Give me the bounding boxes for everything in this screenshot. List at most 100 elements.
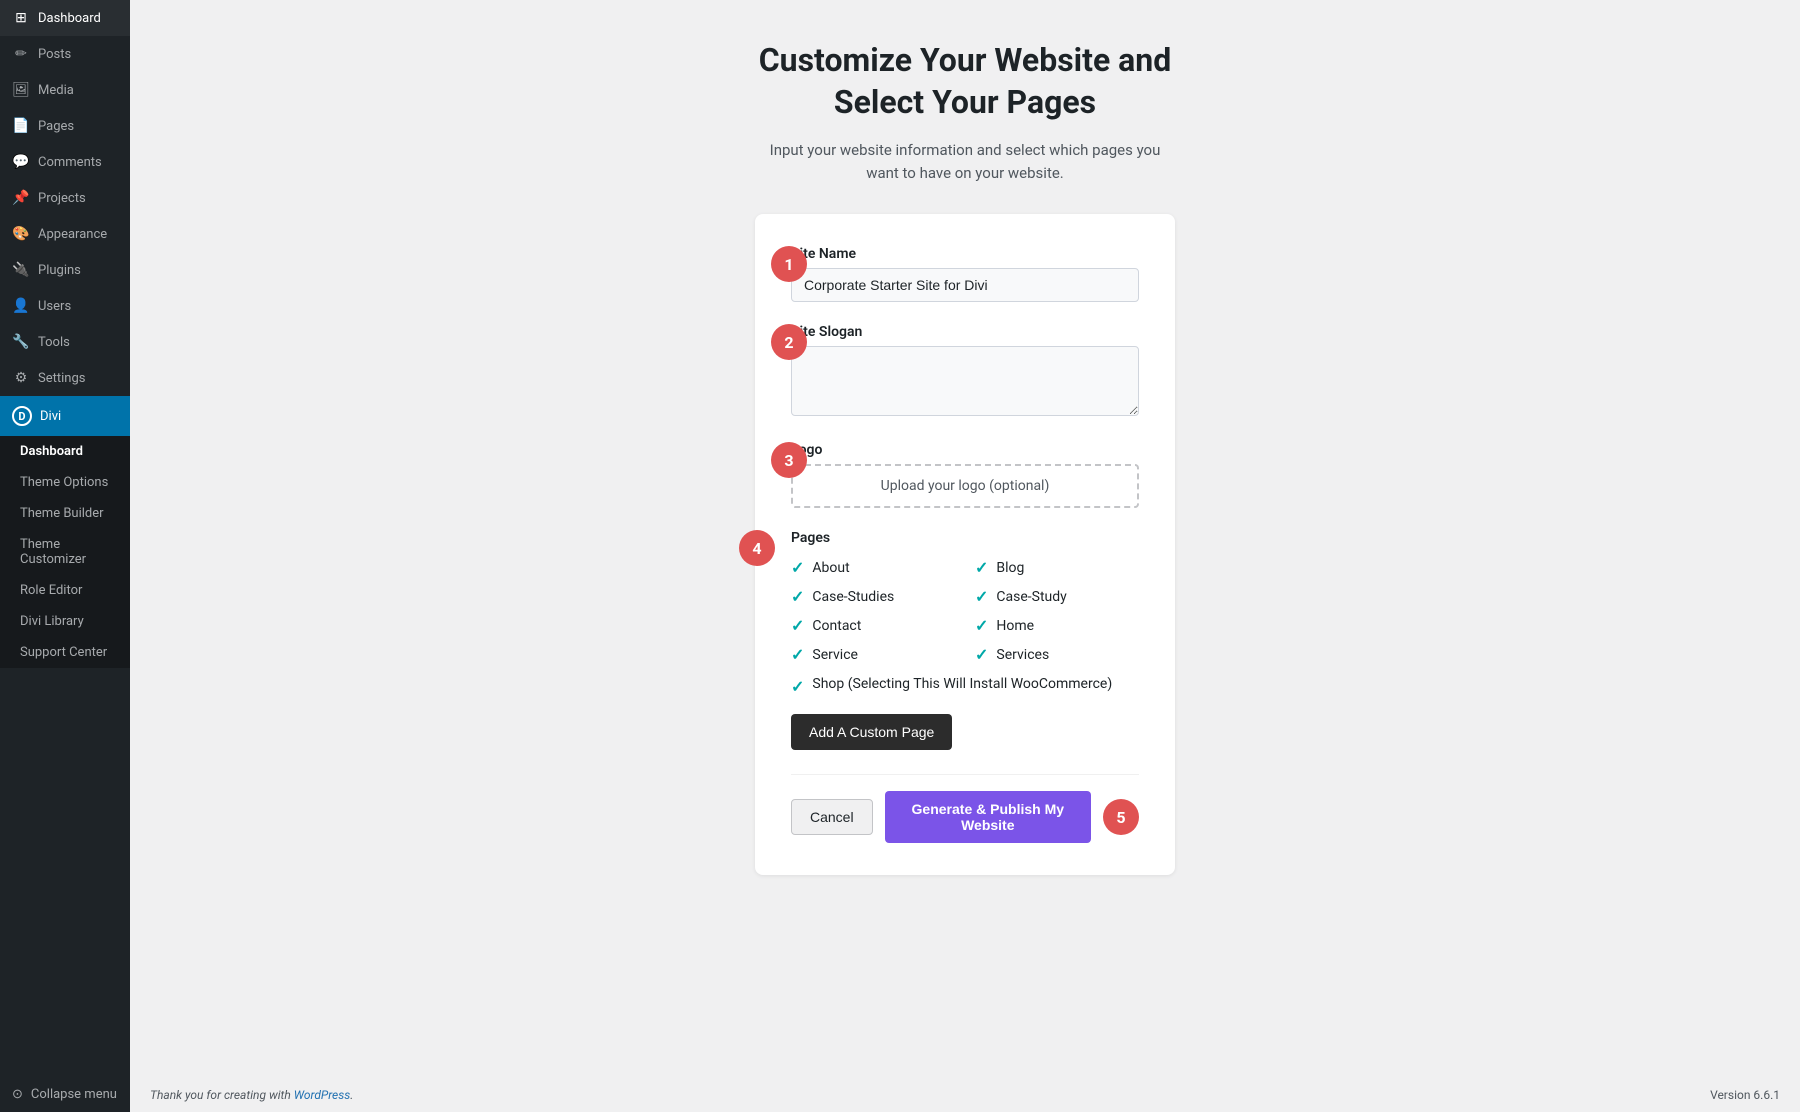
page-label-service: Service bbox=[812, 647, 858, 663]
tools-icon: 🔧 bbox=[12, 334, 30, 350]
page-label-shop: Shop (Selecting This Will Install WooCom… bbox=[812, 676, 1112, 692]
sidebar-item-label: Projects bbox=[38, 191, 86, 206]
sidebar-item-label: Comments bbox=[38, 155, 102, 170]
site-slogan-label: Site Slogan bbox=[791, 324, 1139, 340]
divi-submenu-theme-options[interactable]: Theme Options bbox=[0, 467, 130, 498]
check-service-icon: ✓ bbox=[791, 645, 804, 664]
appearance-icon: 🎨 bbox=[12, 226, 30, 242]
sidebar-item-posts[interactable]: ✏ Posts bbox=[0, 36, 130, 72]
sidebar-item-users[interactable]: 👤 Users bbox=[0, 288, 130, 324]
comments-icon: 💬 bbox=[12, 154, 30, 170]
page-label-contact: Contact bbox=[812, 618, 861, 634]
sidebar-item-label: Users bbox=[38, 299, 71, 314]
divi-submenu: Dashboard Theme Options Theme Builder Th… bbox=[0, 436, 130, 668]
check-blog-icon: ✓ bbox=[975, 558, 988, 577]
page-item-case-study[interactable]: ✓ Case-Study bbox=[975, 587, 1139, 606]
media-icon: 🖼 bbox=[12, 82, 30, 98]
bottom-actions: Cancel Generate & Publish My Website 5 bbox=[791, 774, 1139, 843]
wordpress-link[interactable]: WordPress bbox=[294, 1088, 351, 1102]
check-about-icon: ✓ bbox=[791, 558, 804, 577]
sidebar-item-settings[interactable]: ⚙ Settings bbox=[0, 360, 130, 396]
collapse-menu-button[interactable]: ⊙ Collapse menu bbox=[0, 1077, 130, 1112]
check-case-studies-icon: ✓ bbox=[791, 587, 804, 606]
step-5-badge: 5 bbox=[1103, 799, 1139, 835]
footer-text: Thank you for creating with WordPress. bbox=[150, 1088, 353, 1102]
logo-upload-text: Upload your logo (optional) bbox=[881, 478, 1050, 494]
cancel-button[interactable]: Cancel bbox=[791, 799, 873, 835]
page-label-blog: Blog bbox=[996, 560, 1024, 576]
version-text: Version 6.6.1 bbox=[1710, 1088, 1780, 1102]
sidebar-item-tools[interactable]: 🔧 Tools bbox=[0, 324, 130, 360]
divi-submenu-dashboard[interactable]: Dashboard bbox=[0, 436, 130, 467]
page-label-home: Home bbox=[996, 618, 1034, 634]
check-contact-icon: ✓ bbox=[791, 616, 804, 635]
check-case-study-icon: ✓ bbox=[975, 587, 988, 606]
sidebar-item-label: Plugins bbox=[38, 263, 81, 278]
sidebar-item-label: Dashboard bbox=[38, 11, 101, 26]
page-item-shop[interactable]: ✓ Shop (Selecting This Will Install WooC… bbox=[791, 676, 1139, 696]
sidebar-item-label: Settings bbox=[38, 371, 85, 386]
divi-submenu-divi-library[interactable]: Divi Library bbox=[0, 606, 130, 637]
pages-label: Pages bbox=[791, 530, 1139, 546]
check-shop-icon: ✓ bbox=[791, 677, 804, 696]
logo-upload-button[interactable]: Upload your logo (optional) bbox=[791, 464, 1139, 508]
divi-submenu-theme-builder[interactable]: Theme Builder bbox=[0, 498, 130, 529]
page-label-case-study: Case-Study bbox=[996, 589, 1066, 605]
collapse-icon: ⊙ bbox=[12, 1087, 23, 1102]
step-3-badge: 3 bbox=[771, 442, 807, 478]
divi-submenu-theme-customizer[interactable]: Theme Customizer bbox=[0, 529, 130, 575]
pages-section: 4 Pages ✓ About ✓ Blog ✓ Case-Studies ✓ … bbox=[791, 530, 1139, 696]
sidebar-item-plugins[interactable]: 🔌 Plugins bbox=[0, 252, 130, 288]
step-4-badge: 4 bbox=[739, 530, 775, 566]
page-item-case-studies[interactable]: ✓ Case-Studies bbox=[791, 587, 955, 606]
sidebar-item-projects[interactable]: 📌 Projects bbox=[0, 180, 130, 216]
sidebar-item-media[interactable]: 🖼 Media bbox=[0, 72, 130, 108]
sidebar-item-label: Media bbox=[38, 83, 74, 98]
sidebar-item-pages[interactable]: 📄 Pages bbox=[0, 108, 130, 144]
page-item-home[interactable]: ✓ Home bbox=[975, 616, 1139, 635]
step-1-badge: 1 bbox=[771, 246, 807, 282]
page-label-services: Services bbox=[996, 647, 1049, 663]
site-name-input[interactable] bbox=[791, 268, 1139, 302]
page-item-blog[interactable]: ✓ Blog bbox=[975, 558, 1139, 577]
page-label-case-studies: Case-Studies bbox=[812, 589, 894, 605]
generate-publish-button[interactable]: Generate & Publish My Website bbox=[885, 791, 1091, 843]
sidebar-item-comments[interactable]: 💬 Comments bbox=[0, 144, 130, 180]
main-content: Customize Your Website andSelect Your Pa… bbox=[130, 0, 1800, 1112]
check-home-icon: ✓ bbox=[975, 616, 988, 635]
dashboard-icon: ⊞ bbox=[12, 10, 30, 26]
divi-submenu-role-editor[interactable]: Role Editor bbox=[0, 575, 130, 606]
sidebar-item-label: Appearance bbox=[38, 227, 107, 242]
site-slogan-input[interactable] bbox=[791, 346, 1139, 416]
sidebar-item-appearance[interactable]: 🎨 Appearance bbox=[0, 216, 130, 252]
add-custom-page-button[interactable]: Add A Custom Page bbox=[791, 714, 952, 750]
sidebar-item-label: Pages bbox=[38, 119, 74, 134]
page-label-about: About bbox=[812, 560, 849, 576]
page-item-services[interactable]: ✓ Services bbox=[975, 645, 1139, 664]
check-services-icon: ✓ bbox=[975, 645, 988, 664]
page-item-service[interactable]: ✓ Service bbox=[791, 645, 955, 664]
posts-icon: ✏ bbox=[12, 46, 30, 62]
sidebar-item-divi[interactable]: D Divi bbox=[0, 396, 130, 436]
site-name-label: Site Name bbox=[791, 246, 1139, 262]
sidebar: ⊞ Dashboard ✏ Posts 🖼 Media 📄 Pages 💬 Co… bbox=[0, 0, 130, 1112]
divi-icon: D bbox=[12, 406, 32, 426]
page-subtitle: Input your website information and selec… bbox=[755, 139, 1175, 184]
pages-grid: ✓ About ✓ Blog ✓ Case-Studies ✓ Case-Stu… bbox=[791, 558, 1139, 664]
users-icon: 👤 bbox=[12, 298, 30, 314]
customize-card: 1 Site Name 2 Site Slogan 3 Logo Upload … bbox=[755, 214, 1175, 875]
divi-label: Divi bbox=[40, 409, 61, 424]
page-item-contact[interactable]: ✓ Contact bbox=[791, 616, 955, 635]
logo-label: Logo bbox=[791, 442, 1139, 458]
page-item-about[interactable]: ✓ About bbox=[791, 558, 955, 577]
logo-field-group: 3 Logo Upload your logo (optional) bbox=[791, 442, 1139, 508]
projects-icon: 📌 bbox=[12, 190, 30, 206]
footer: Thank you for creating with WordPress. V… bbox=[130, 1078, 1800, 1112]
step-2-badge: 2 bbox=[771, 324, 807, 360]
sidebar-item-dashboard[interactable]: ⊞ Dashboard bbox=[0, 0, 130, 36]
divi-submenu-support-center[interactable]: Support Center bbox=[0, 637, 130, 668]
page-title: Customize Your Website andSelect Your Pa… bbox=[759, 40, 1172, 123]
site-slogan-field-group: 2 Site Slogan bbox=[791, 324, 1139, 420]
plugins-icon: 🔌 bbox=[12, 262, 30, 278]
pages-icon: 📄 bbox=[12, 118, 30, 134]
